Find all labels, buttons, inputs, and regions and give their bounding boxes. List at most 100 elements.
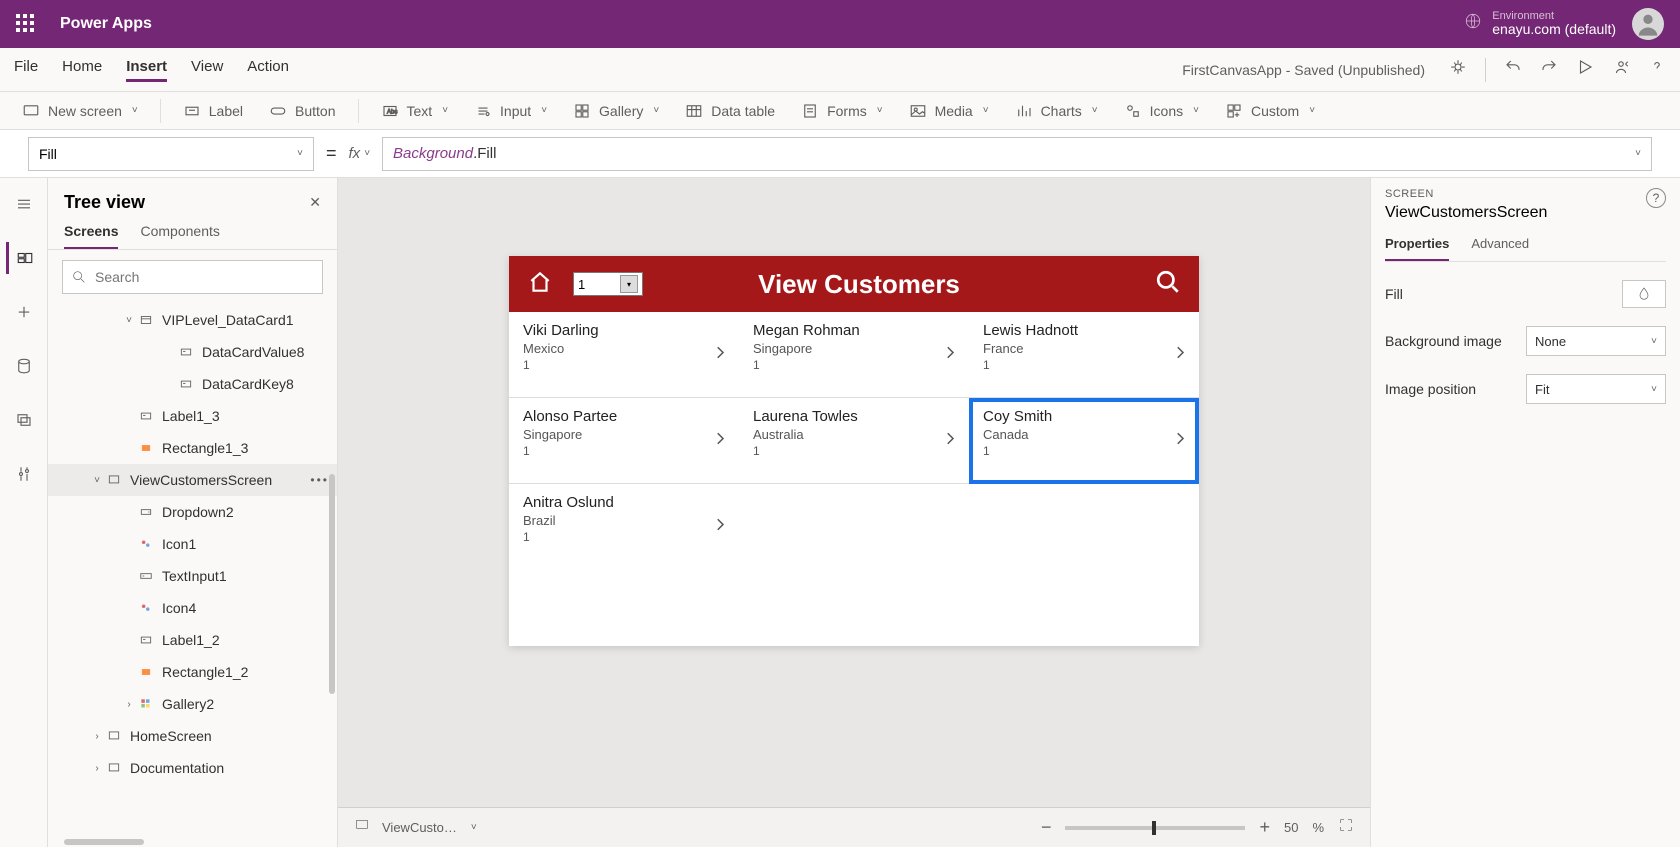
label-button[interactable]: Label [175,98,251,124]
breadcrumb-text[interactable]: ViewCusto… [382,820,457,835]
close-icon[interactable]: ✕ [309,194,321,211]
tree-item[interactable]: Dropdown2 [48,496,337,528]
scrollbar-thumb[interactable] [329,474,335,694]
chevron-right-icon[interactable] [941,343,959,366]
gallery-item[interactable]: Viki DarlingMexico1 [509,312,739,398]
app-header: Power Apps Environment enayu.com (defaul… [0,0,1680,48]
chevron-icon[interactable]: ˅ [88,475,106,486]
text-dropdown[interactable]: Abc Text˅ [373,98,457,124]
tree-view-rail-button[interactable] [6,242,38,274]
input-dropdown[interactable]: Input˅ [466,98,555,124]
user-avatar[interactable] [1632,8,1664,40]
play-button[interactable] [1576,58,1594,81]
tree-item[interactable]: Rectangle1_3 [48,432,337,464]
tree-item-label: Label1_3 [162,408,220,424]
properties-tab-advanced[interactable]: Advanced [1471,236,1529,261]
tree-item[interactable]: ˅VIPLevel_DataCard1 [48,304,337,336]
preview-header: 1 ▾ View Customers [509,256,1199,312]
tree-tab-components[interactable]: Components [140,223,219,249]
fill-color-picker[interactable] [1622,280,1666,308]
tree-item[interactable]: TextInput1 [48,560,337,592]
menu-item-file[interactable]: File [14,58,38,82]
charts-dropdown[interactable]: Charts˅ [1007,98,1106,124]
zoom-out-button[interactable]: − [1041,817,1052,838]
menu-item-view[interactable]: View [191,58,223,82]
tree-list[interactable]: ˅VIPLevel_DataCard1DataCardValue8DataCar… [48,304,337,837]
gallery-item[interactable]: Laurena TowlesAustralia1 [739,398,969,484]
chevron-down-icon[interactable]: ˅ [471,822,477,833]
chevron-right-icon[interactable] [941,429,959,452]
home-icon[interactable] [527,269,553,300]
menu-item-insert[interactable]: Insert [126,58,167,82]
hamburger-icon[interactable] [8,188,40,220]
tree-item[interactable]: ›HomeScreen [48,720,337,752]
data-table-button[interactable]: Data table [677,98,783,124]
properties-tab-properties[interactable]: Properties [1385,236,1449,261]
icons-dropdown[interactable]: Icons˅ [1116,98,1207,124]
tree-item[interactable]: DataCardKey8 [48,368,337,400]
gallery-dropdown[interactable]: Gallery˅ [565,98,667,124]
customer-num: 1 [523,358,725,372]
chevron-right-icon[interactable] [1171,429,1189,452]
data-rail-button[interactable] [8,350,40,382]
property-selector[interactable]: Fill ˅ [28,137,314,171]
advanced-rail-button[interactable] [8,458,40,490]
tree-item[interactable]: Label1_3 [48,400,337,432]
zoom-in-button[interactable]: + [1259,817,1270,838]
tree-item[interactable]: ›Documentation [48,752,337,784]
gallery-item[interactable]: Coy SmithCanada1 [969,398,1199,484]
tree-item[interactable]: ˅ViewCustomersScreen••• [48,464,337,496]
tree-item[interactable]: Icon1 [48,528,337,560]
chevron-icon[interactable]: › [120,699,138,710]
tree-tab-screens[interactable]: Screens [64,223,118,249]
tree-search-input[interactable] [62,260,323,294]
share-button[interactable] [1612,58,1630,81]
chevron-right-icon[interactable] [711,429,729,452]
button-button[interactable]: Button [261,98,343,124]
menu-item-home[interactable]: Home [62,58,102,82]
undo-button[interactable] [1504,58,1522,81]
customer-name: Viki Darling [523,322,725,339]
horizontal-scrollbar[interactable] [48,837,337,847]
media-rail-button[interactable] [8,404,40,436]
more-icon[interactable]: ••• [310,473,329,487]
app-preview[interactable]: 1 ▾ View Customers Viki DarlingMexico1Me… [509,256,1199,646]
help-button[interactable] [1648,58,1666,81]
tree-item[interactable]: Rectangle1_2 [48,656,337,688]
tree-item[interactable]: Icon4 [48,592,337,624]
formula-input[interactable]: Background.Fill ˅ [382,137,1652,171]
help-icon[interactable]: ? [1646,188,1666,208]
fit-screen-icon[interactable] [1338,817,1354,838]
forms-dropdown[interactable]: Forms˅ [793,98,891,124]
gallery-item[interactable]: Lewis HadnottFrance1 [969,312,1199,398]
custom-dropdown[interactable]: Custom˅ [1217,98,1323,124]
chevron-icon[interactable]: › [88,763,106,774]
customer-country: Canada [983,427,1185,442]
fx-label[interactable]: fx˅ [349,145,371,162]
gallery-item[interactable]: Megan RohmanSingapore1 [739,312,969,398]
media-dropdown[interactable]: Media˅ [901,98,997,124]
zoom-slider[interactable] [1065,826,1245,830]
gallery-item[interactable]: Alonso ParteeSingapore1 [509,398,739,484]
img-pos-select[interactable]: Fit˅ [1526,374,1666,404]
formula-expand-icon[interactable]: ˅ [1635,148,1641,159]
chevron-icon[interactable]: ˅ [120,315,138,326]
redo-button[interactable] [1540,58,1558,81]
insert-rail-button[interactable] [8,296,40,328]
tree-item[interactable]: Label1_2 [48,624,337,656]
environment-selector[interactable]: Environment enayu.com (default) [1464,10,1616,37]
chevron-right-icon[interactable] [1171,343,1189,366]
chevron-right-icon[interactable] [711,516,729,539]
gallery-item[interactable]: Anitra OslundBrazil1 [509,484,739,570]
search-icon[interactable] [1155,269,1181,300]
bg-image-select[interactable]: None˅ [1526,326,1666,356]
chevron-icon[interactable]: › [88,731,106,742]
app-checker-icon[interactable] [1449,58,1467,81]
chevron-right-icon[interactable] [711,343,729,366]
tree-item[interactable]: ›Gallery2 [48,688,337,720]
tree-item[interactable]: DataCardValue8 [48,336,337,368]
tree-item-icon [178,344,194,360]
new-screen-button[interactable]: New screen˅ [14,98,146,124]
waffle-icon[interactable] [16,14,36,34]
menu-item-action[interactable]: Action [247,58,289,82]
